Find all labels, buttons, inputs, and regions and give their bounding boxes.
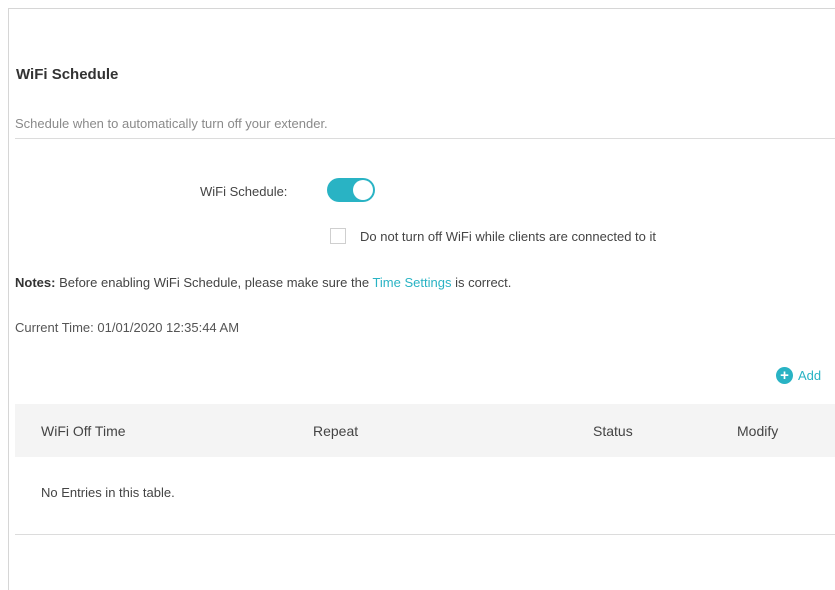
wifi-schedule-toggle[interactable]: [327, 178, 375, 202]
column-header-wifi-off-time: WiFi Off Time: [41, 423, 126, 439]
current-time-label: Current Time:: [15, 320, 94, 335]
notes-text-after: is correct.: [451, 275, 512, 290]
column-header-repeat: Repeat: [313, 423, 359, 439]
keep-wifi-on-label: Do not turn off WiFi while clients are c…: [360, 229, 657, 244]
current-time-value: 01/01/2020 12:35:44 AM: [97, 320, 240, 335]
wifi-schedule-label: WiFi Schedule:: [200, 184, 288, 199]
page-subtitle: Schedule when to automatically turn off …: [15, 116, 328, 131]
column-header-modify: Modify: [737, 423, 779, 439]
section-divider: [15, 138, 835, 139]
notes-text: Notes: Before enabling WiFi Schedule, pl…: [15, 275, 511, 290]
add-button-label: Add: [798, 367, 822, 383]
schedule-table: WiFi Off Time Repeat Status Modify No En…: [15, 404, 835, 535]
notes-prefix: Notes:: [15, 275, 56, 290]
notes-text-before: Before enabling WiFi Schedule, please ma…: [55, 275, 373, 290]
column-header-status: Status: [593, 423, 633, 439]
current-time: Current Time: 01/01/2020 12:35:44 AM: [15, 320, 239, 335]
table-header: WiFi Off Time Repeat Status Modify: [15, 404, 835, 457]
time-settings-link[interactable]: Time Settings: [372, 275, 451, 290]
keep-wifi-on-checkbox[interactable]: [330, 228, 346, 244]
add-button[interactable]: + Add: [776, 365, 821, 385]
plus-circle-icon: +: [776, 366, 793, 384]
empty-table-message: No Entries in this table.: [41, 485, 175, 500]
toggle-knob: [353, 180, 373, 200]
page-title: WiFi Schedule: [16, 66, 119, 83]
